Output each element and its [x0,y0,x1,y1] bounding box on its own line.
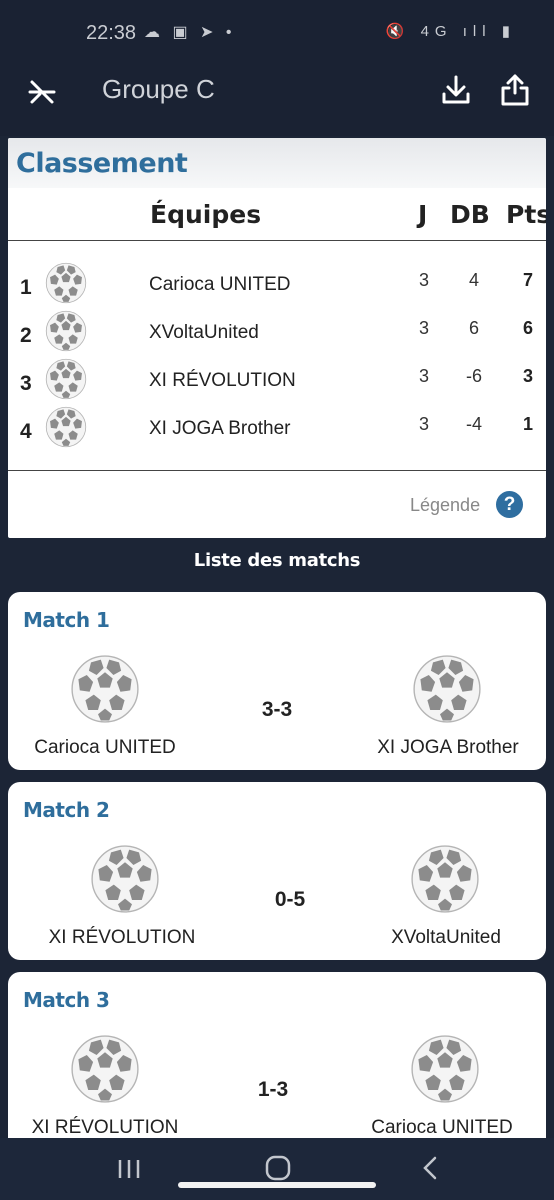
match-score: 3-3 [261,698,293,721]
home-team-logo-icon [70,654,140,724]
match-score: 0-5 [274,888,306,911]
column-header-goal-difference: DB [450,200,490,229]
away-team-logo-icon [410,1034,480,1104]
status-time: 22:38 [86,22,137,44]
team-logo-icon [45,406,87,448]
standings-title: Classement [16,148,188,179]
column-header-played: J [418,200,428,229]
standings-card: Classement Équipes J DB Pts 1 Carioca UN… [8,138,546,538]
home-team-logo-icon [90,844,160,914]
match-title: Match 1 [23,608,110,632]
back-icon[interactable] [418,1154,442,1182]
page-title: Groupe C [102,74,215,104]
close-back-icon [28,80,56,104]
team-logo-icon [45,310,87,352]
home-team-logo-icon [70,1034,140,1104]
rank: 4 [20,420,32,443]
notification-icons: ☁ ▣ ➤ • [144,24,236,41]
rank: 3 [20,372,32,395]
home-team-name: Carioca UNITED [34,737,176,758]
share-button[interactable] [497,72,533,108]
points-value: 6 [522,318,533,338]
match-title: Match 2 [23,798,110,822]
match-card[interactable]: Match 1 3-3 Carioca UNITED XI JOGA Broth… [8,592,546,770]
team-name: XI JOGA Brother [149,418,291,439]
away-team-name: Carioca UNITED [371,1117,513,1138]
column-header-teams: Équipes [150,200,262,229]
share-icon [501,74,529,106]
download-icon [442,75,470,104]
team-name: XVoltaUnited [149,322,259,343]
table-row[interactable]: 4 XI JOGA Brother 3 -4 1 [8,406,546,454]
away-team-name: XI JOGA Brother [377,737,519,758]
points-value: 3 [522,366,533,386]
match-card[interactable]: Match 2 0-5 XI RÉVOLUTION XVoltaUnited [8,782,546,960]
team-name: Carioca UNITED [149,274,291,295]
team-logo-icon [45,262,87,304]
goal-difference-value: 6 [468,318,479,338]
played-value: 3 [418,366,429,386]
goal-difference-value: 4 [468,270,479,290]
recent-apps-icon[interactable] [116,1156,142,1182]
played-value: 3 [418,318,429,338]
table-row[interactable]: 3 XI RÉVOLUTION 3 -6 3 [8,358,546,406]
away-team-logo-icon [412,654,482,724]
away-team-name: XVoltaUnited [391,927,501,948]
away-team-logo-icon [410,844,480,914]
matches-heading: Liste des matchs [193,550,361,571]
team-logo-icon [45,358,87,400]
table-divider-top [8,240,546,241]
goal-difference-value: -6 [465,366,482,386]
team-name: XI RÉVOLUTION [149,370,296,391]
legend-link[interactable]: Légende [410,495,480,516]
match-card[interactable]: Match 3 1-3 XI RÉVOLUTION Carioca UNITED [8,972,546,1138]
column-header-points: Pts [506,200,546,229]
app-bar: Groupe C [0,66,554,136]
status-bar: 22:38 ☁ ▣ ➤ • 🔇 4G ıll ▮ [0,0,554,66]
home-team-name: XI RÉVOLUTION [31,1117,179,1138]
match-score: 1-3 [257,1078,289,1101]
rank: 2 [20,324,32,347]
points-value: 1 [522,414,533,434]
played-value: 3 [418,270,429,290]
table-row[interactable]: 2 XVoltaUnited 3 6 6 [8,310,546,358]
goal-difference-value: -4 [465,414,482,434]
help-icon[interactable]: ? [496,491,523,518]
table-row[interactable]: 1 Carioca UNITED 3 4 7 [8,262,546,310]
gesture-pill [178,1182,376,1188]
close-back-button[interactable] [24,74,60,110]
home-team-name: XI RÉVOLUTION [48,927,196,948]
system-status-icons: 🔇 4G ıll ▮ [385,23,516,40]
home-icon[interactable] [264,1154,292,1182]
rank: 1 [20,276,32,299]
table-divider-bottom [8,470,546,471]
played-value: 3 [418,414,429,434]
points-value: 7 [522,270,533,290]
system-navigation-bar [0,1138,554,1200]
download-button[interactable] [438,72,474,108]
match-title: Match 3 [23,988,110,1012]
